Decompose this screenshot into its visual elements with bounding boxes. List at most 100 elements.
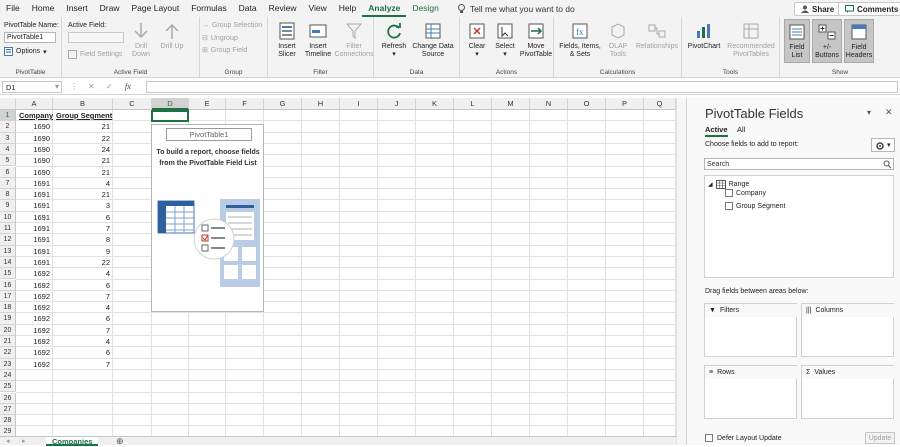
data-cell[interactable]: 1690	[16, 155, 53, 166]
field-settings-button[interactable]: Field Settings	[68, 50, 122, 59]
row-header[interactable]: 17	[0, 290, 16, 303]
filter-connections-button[interactable]: Filter Connections	[335, 21, 373, 59]
row-header[interactable]: 7	[0, 177, 16, 190]
olap-tools-button[interactable]: OLAP Tools	[604, 21, 632, 59]
data-cell[interactable]: 4	[53, 178, 113, 189]
insert-timeline-button[interactable]: Insert Timeline	[304, 21, 332, 59]
data-cell[interactable]: 7	[53, 223, 113, 234]
data-cell[interactable]: 4	[53, 302, 113, 313]
data-cell[interactable]: 1692	[16, 291, 53, 302]
header-cell[interactable]: Company	[16, 110, 53, 121]
tab-all[interactable]: All	[737, 125, 745, 134]
data-cell[interactable]: 1691	[16, 178, 53, 189]
column-header-d[interactable]: D	[152, 98, 189, 110]
row-header[interactable]: 20	[0, 324, 16, 336]
column-header-j[interactable]: J	[378, 98, 416, 110]
row-header[interactable]: 29	[0, 426, 16, 436]
active-field-input[interactable]	[68, 32, 124, 43]
share-button[interactable]: Share	[794, 2, 842, 16]
row-header[interactable]: 14	[0, 256, 16, 269]
row-header[interactable]: 27	[0, 403, 16, 416]
data-cell[interactable]: 1691	[16, 223, 53, 234]
data-cell[interactable]: 7	[53, 291, 113, 302]
column-header-q[interactable]: Q	[644, 98, 676, 110]
column-header-k[interactable]: K	[416, 98, 454, 110]
add-sheet-icon[interactable]: ⊕	[116, 436, 124, 447]
column-header-g[interactable]: G	[264, 98, 302, 110]
select-all-corner[interactable]	[0, 98, 16, 110]
row-header[interactable]: 3	[0, 132, 16, 144]
column-header-o[interactable]: O	[568, 98, 606, 110]
values-area[interactable]: Σ Values	[801, 365, 895, 419]
plus-minus-buttons-button[interactable]: +/- Buttons	[812, 19, 842, 63]
menu-help[interactable]: Help	[333, 0, 362, 17]
column-header-c[interactable]: C	[113, 98, 152, 110]
menu-home[interactable]: Home	[26, 0, 61, 17]
worksheet-grid[interactable]: ABCDEFGHIJKLMNOPQ 1 2 3 4 5 6 7 8 9 10 11 12 13 14 15 1…	[0, 98, 676, 436]
range-node[interactable]: ◢ Range	[708, 180, 749, 189]
row-header[interactable]: 4	[0, 143, 16, 156]
recommended-pivottables-button[interactable]: Recommended PivotTables	[724, 21, 778, 59]
columns-area[interactable]: ||| Columns	[801, 303, 895, 357]
data-cell[interactable]: 22	[53, 257, 113, 268]
column-header-f[interactable]: F	[226, 98, 264, 110]
field-company-checkbox[interactable]	[725, 189, 733, 197]
data-cell[interactable]: 7	[53, 325, 113, 336]
column-header-a[interactable]: A	[16, 98, 53, 110]
menu-formulas[interactable]: Formulas	[185, 0, 232, 17]
menu-view[interactable]: View	[303, 0, 333, 17]
data-cell[interactable]: 6	[53, 313, 113, 324]
drill-down-button[interactable]: Drill Down	[128, 21, 154, 59]
data-cell[interactable]: 1692	[16, 268, 53, 279]
menu-insert[interactable]: Insert	[60, 0, 93, 17]
data-cell[interactable]: 1692	[16, 325, 53, 336]
menu-analyze[interactable]: Analyze	[362, 0, 407, 17]
pivottable-placeholder[interactable]: PivotTable1 To build a report, choose fi…	[151, 124, 264, 312]
data-cell[interactable]: 8	[53, 234, 113, 245]
ungroup-button[interactable]: ⊟ Ungroup	[202, 34, 238, 43]
rows-area[interactable]: ≡ Rows	[704, 365, 798, 419]
row-header[interactable]: 18	[0, 302, 16, 314]
data-cell[interactable]: 1692	[16, 347, 53, 358]
row-header[interactable]: 16	[0, 279, 16, 291]
comments-button[interactable]: Comments	[838, 2, 900, 16]
row-header[interactable]: 8	[0, 189, 16, 201]
row-header[interactable]: 10	[0, 211, 16, 223]
field-headers-button[interactable]: Field Headers	[844, 19, 874, 63]
move-pivottable-button[interactable]: Move PivotTable	[520, 21, 552, 59]
menu-review[interactable]: Review	[263, 0, 303, 17]
row-header[interactable]: 19	[0, 313, 16, 325]
relationships-button[interactable]: Relationships	[634, 21, 680, 51]
data-cell[interactable]: 7	[53, 359, 113, 370]
data-cell[interactable]: 6	[53, 280, 113, 291]
column-header-b[interactable]: B	[53, 98, 113, 110]
row-header[interactable]: 22	[0, 347, 16, 359]
drill-up-button[interactable]: Drill Up	[160, 21, 184, 51]
column-header-e[interactable]: E	[189, 98, 226, 110]
data-cell[interactable]: 1690	[16, 133, 53, 144]
row-header[interactable]: 26	[0, 392, 16, 404]
field-group-segment-checkbox[interactable]	[725, 202, 733, 210]
formula-input[interactable]	[146, 81, 898, 93]
defer-checkbox[interactable]	[705, 434, 713, 442]
menu-draw[interactable]: Draw	[94, 0, 126, 17]
field-group-segment[interactable]: Group Segment	[725, 202, 785, 210]
menu-data[interactable]: Data	[233, 0, 263, 17]
data-cell[interactable]: 9	[53, 246, 113, 257]
options-button[interactable]: Options ▾	[4, 47, 47, 56]
data-cell[interactable]: 21	[53, 121, 113, 132]
data-cell[interactable]: 4	[53, 268, 113, 279]
data-cell[interactable]: 1690	[16, 167, 53, 178]
data-cell[interactable]: 6	[53, 347, 113, 358]
row-header[interactable]: 15	[0, 268, 16, 280]
column-header-n[interactable]: N	[530, 98, 568, 110]
data-cell[interactable]: 22	[53, 133, 113, 144]
data-cell[interactable]: 21	[53, 155, 113, 166]
data-cell[interactable]: 1692	[16, 359, 53, 370]
row-header[interactable]: 13	[0, 245, 16, 257]
pane-options-icon[interactable]: ▾	[867, 108, 871, 117]
data-cell[interactable]: 1692	[16, 302, 53, 313]
update-button[interactable]: Update	[865, 432, 895, 444]
clear-button[interactable]: Clear ▾	[464, 21, 490, 59]
row-header[interactable]: 23	[0, 358, 16, 370]
